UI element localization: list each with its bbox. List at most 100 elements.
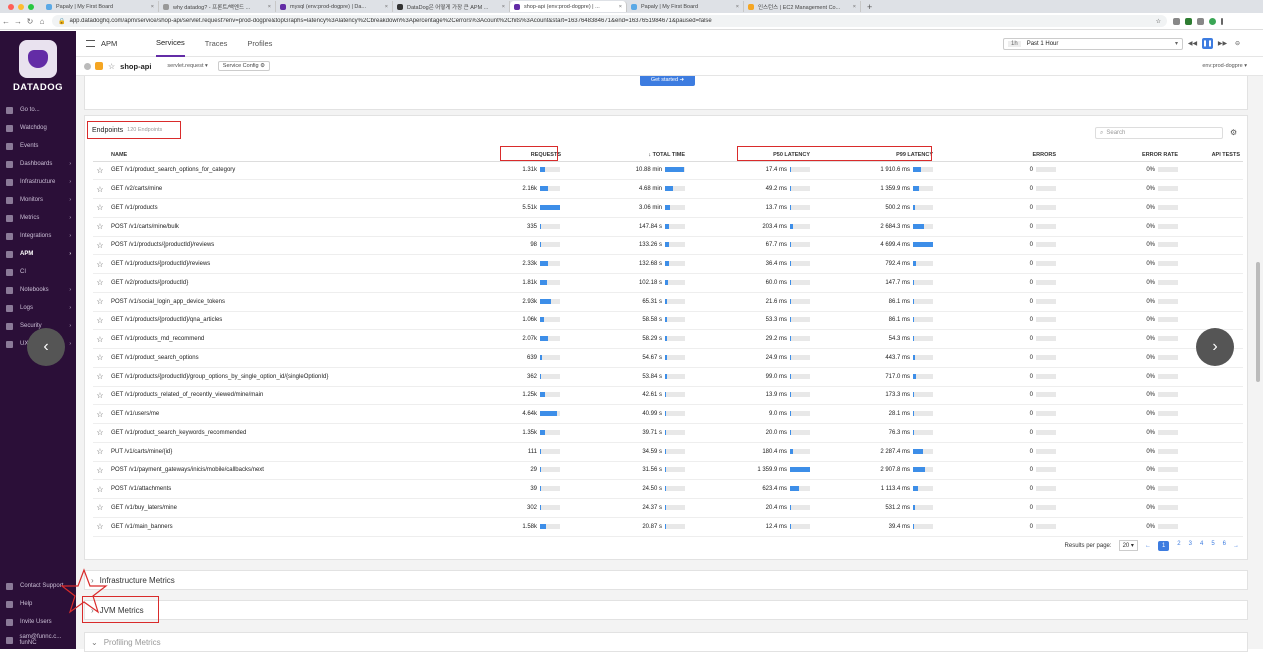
- favorite-star-icon[interactable]: ☆: [93, 329, 107, 349]
- new-tab-button[interactable]: +: [861, 2, 878, 12]
- table-row[interactable]: ☆ POST /v1/social_login_app_device_tokens…: [93, 292, 1243, 312]
- tab-close-icon[interactable]: ×: [502, 4, 505, 10]
- sidebar-item-logs[interactable]: Logs ›: [0, 299, 76, 317]
- close-window-icon[interactable]: [8, 3, 14, 10]
- tab-close-icon[interactable]: ×: [736, 4, 739, 10]
- col-api-tests[interactable]: API TESTS: [1181, 149, 1243, 162]
- page-button[interactable]: 6: [1223, 541, 1226, 551]
- endpoint-name[interactable]: GET /v1/main_banners: [107, 517, 465, 537]
- zoom-window-icon[interactable]: [28, 3, 34, 10]
- table-row[interactable]: ☆ GET /v1/products/{productId}/qna_articl…: [93, 311, 1243, 331]
- table-row[interactable]: ☆ GET /v2/products/{productId} 1.81k 102.18…: [93, 273, 1243, 293]
- browser-tab[interactable]: mysql (env:prod-dogpre) | Da... ×: [276, 1, 393, 12]
- col-errors[interactable]: ERRORS: [936, 149, 1059, 162]
- favorite-star-icon[interactable]: ☆: [93, 404, 107, 424]
- env-select[interactable]: env:prod-dogpre ▾: [1202, 63, 1247, 69]
- tab-services[interactable]: Services: [156, 31, 185, 57]
- sidebar-item-dashboards[interactable]: Dashboards ›: [0, 155, 76, 173]
- page-button[interactable]: 1: [1157, 540, 1170, 551]
- carousel-prev-button[interactable]: ‹: [27, 328, 65, 366]
- browser-tab[interactable]: Papaly | My First Board ×: [627, 1, 744, 12]
- table-row[interactable]: ☆ POST /v1/payment_gateways/inicis/mobile…: [93, 461, 1243, 481]
- sidebar-item-monitors[interactable]: Monitors ›: [0, 191, 76, 209]
- next-page-button[interactable]: →: [1233, 543, 1239, 549]
- section-jvm-metrics[interactable]: › JVM Metrics: [84, 600, 1248, 620]
- favorite-star-icon[interactable]: ☆: [93, 198, 107, 218]
- sidebar-item-notebooks[interactable]: Notebooks ›: [0, 281, 76, 299]
- pause-button[interactable]: ❚❚: [1202, 38, 1213, 49]
- endpoint-name[interactable]: PUT /v1/carts/mine/{id}: [107, 442, 465, 462]
- get-started-button[interactable]: Get started ➜: [640, 76, 695, 86]
- table-row[interactable]: ☆ GET /v1/product_search_keywords_recomme…: [93, 423, 1243, 443]
- time-range-picker[interactable]: 1h Past 1 Hour ▾: [1003, 37, 1183, 50]
- endpoint-name[interactable]: GET /v1/products_related_of_recently_vie…: [107, 386, 465, 406]
- endpoint-name[interactable]: GET /v1/products: [107, 198, 465, 218]
- address-bar[interactable]: 🔒 app.datadoghq.com/apm/service/shop-api…: [52, 15, 1167, 27]
- tab-close-icon[interactable]: ×: [619, 4, 622, 10]
- table-row[interactable]: ☆ PUT /v1/carts/mine/{id} 111 34.59 s 180.4 …: [93, 442, 1243, 462]
- carousel-next-button[interactable]: ›: [1196, 328, 1234, 366]
- bookmark-star-icon[interactable]: ☆: [1156, 18, 1161, 25]
- col-name[interactable]: NAME: [107, 149, 465, 162]
- favorite-star-icon[interactable]: ☆: [93, 179, 107, 199]
- endpoint-name[interactable]: GET /v2/products/{productId}: [107, 273, 465, 293]
- endpoint-name[interactable]: GET /v1/users/me: [107, 404, 465, 424]
- zoom-out-icon[interactable]: ⊖: [1232, 38, 1243, 49]
- table-row[interactable]: ☆ GET /v1/product_search_options_for_cate…: [93, 161, 1243, 181]
- sidebar-item-go-to[interactable]: Go to...: [0, 101, 76, 119]
- endpoint-name[interactable]: GET /v1/products_md_recommend: [107, 329, 465, 349]
- tab-traces[interactable]: Traces: [205, 39, 228, 48]
- sidebar-bottom-item[interactable]: sam@funnc.c... funNC: [0, 631, 76, 649]
- sidebar-item-integrations[interactable]: Integrations ›: [0, 227, 76, 245]
- service-config-button[interactable]: Service Config ⚙: [217, 61, 271, 71]
- endpoint-name[interactable]: POST /v1/attachments: [107, 479, 465, 499]
- favorite-star-icon[interactable]: ☆: [93, 386, 107, 406]
- favorite-star-icon[interactable]: ☆: [93, 311, 107, 331]
- endpoint-name[interactable]: GET /v1/products/{productId}/group_optio…: [107, 367, 465, 387]
- scrollbar[interactable]: [1256, 262, 1260, 382]
- table-row[interactable]: ☆ POST /v1/attachments 39 24.50 s 623.4 ms 1 …: [93, 479, 1243, 499]
- tab-close-icon[interactable]: ×: [151, 4, 154, 10]
- browser-menu-icon[interactable]: [1221, 17, 1223, 25]
- sidebar-item-ci[interactable]: CI: [0, 263, 76, 281]
- favorite-star-icon[interactable]: ☆: [93, 236, 107, 256]
- table-row[interactable]: ☆ POST /v1/carts/mine/bulk 335 147.84 s 203.…: [93, 217, 1243, 237]
- favorite-star-icon[interactable]: ☆: [93, 292, 107, 312]
- favorite-star-icon[interactable]: ☆: [93, 273, 107, 293]
- extension-icon[interactable]: [1173, 17, 1180, 25]
- table-row[interactable]: ☆ GET /v1/buy_laters/mine 302 24.37 s 20.4 m…: [93, 498, 1243, 518]
- favorite-star-icon[interactable]: ☆: [93, 348, 107, 368]
- browser-tab[interactable]: Papaly | My First Board ×: [42, 1, 159, 12]
- favorite-star-icon[interactable]: ☆: [93, 461, 107, 481]
- table-row[interactable]: ☆ GET /v1/products/{productId}/group_opti…: [93, 367, 1243, 387]
- browser-tab[interactable]: shop-api (env:prod-dogpre) | ... ×: [510, 1, 627, 12]
- endpoints-search-input[interactable]: ⌕ Search: [1095, 127, 1223, 139]
- endpoint-name[interactable]: POST /v1/payment_gateways/inicis/mobile/…: [107, 461, 465, 481]
- col-p50-latency[interactable]: P50 LATENCY: [688, 149, 813, 162]
- favorite-star-icon[interactable]: ☆: [93, 479, 107, 499]
- section-profiling-metrics[interactable]: ⌄ Profiling Metrics: [84, 632, 1248, 652]
- profile-avatar-icon[interactable]: [1209, 17, 1216, 25]
- favorite-star-icon[interactable]: ☆: [93, 423, 107, 443]
- favorite-star-icon[interactable]: ☆: [93, 498, 107, 518]
- extensions-puzzle-icon[interactable]: [1197, 17, 1204, 25]
- operation-select[interactable]: servlet.request ▾: [167, 63, 207, 69]
- favorite-star-icon[interactable]: ☆: [93, 254, 107, 274]
- endpoint-name[interactable]: GET /v1/buy_laters/mine: [107, 498, 465, 518]
- endpoint-name[interactable]: POST /v1/carts/mine/bulk: [107, 217, 465, 237]
- fast-forward-icon[interactable]: ▶▶: [1217, 38, 1228, 49]
- page-button[interactable]: 3: [1189, 541, 1192, 551]
- favorite-star-icon[interactable]: ☆: [93, 517, 107, 537]
- table-row[interactable]: ☆ GET /v1/users/me 4.64k 40.99 s 9.0 ms 28.1 …: [93, 404, 1243, 424]
- prev-page-button[interactable]: ←: [1145, 543, 1151, 549]
- table-row[interactable]: ☆ POST /v1/products/{productId}/reviews 98…: [93, 236, 1243, 256]
- reload-icon[interactable]: ↻: [24, 17, 36, 26]
- window-controls[interactable]: [0, 3, 42, 10]
- rewind-icon[interactable]: ◀◀: [1187, 38, 1198, 49]
- sidebar-item-apm[interactable]: APM ›: [0, 245, 76, 263]
- table-row[interactable]: ☆ GET /v2/carts/mine 2.16k 4.68 min 49.2 ms 1…: [93, 179, 1243, 199]
- favorite-star-icon[interactable]: ☆: [93, 217, 107, 237]
- datadog-logo[interactable]: DATADOG: [0, 31, 76, 101]
- col-requests[interactable]: REQUESTS: [465, 149, 563, 162]
- back-icon[interactable]: ←: [0, 17, 12, 26]
